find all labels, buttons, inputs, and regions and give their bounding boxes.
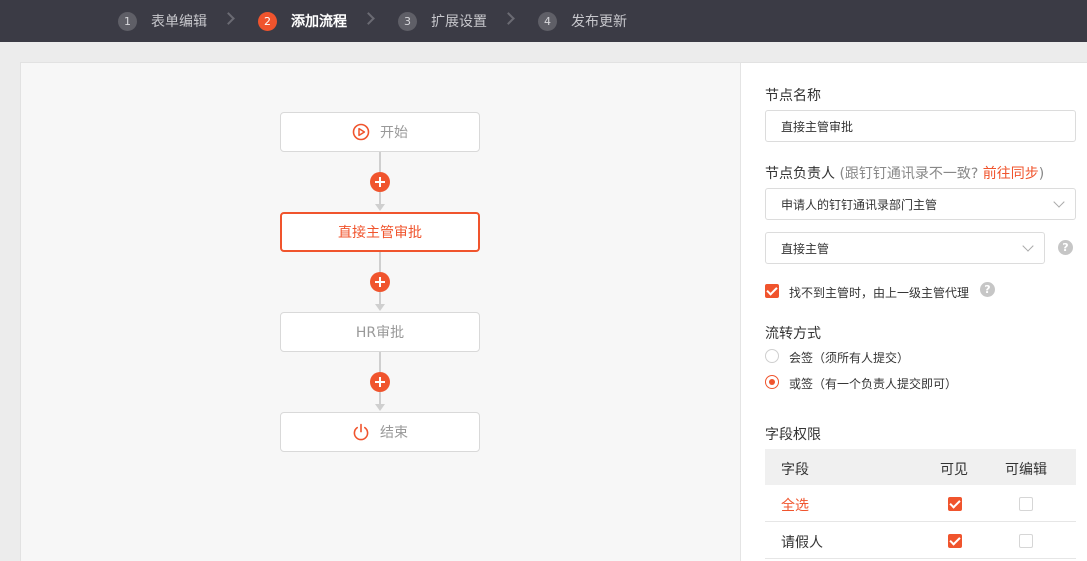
column-header-visible: 可见	[940, 462, 968, 478]
column-header-editable: 可编辑	[1005, 462, 1047, 478]
chevron-down-icon	[1053, 196, 1065, 208]
permission-table-header: 字段 可见 可编辑	[765, 449, 1076, 485]
connector-line	[379, 192, 381, 204]
step-label: 扩展设置	[431, 14, 487, 30]
table-row: 请假人	[765, 522, 1076, 559]
owner-type-select[interactable]: 申请人的钉钉通讯录部门主管	[765, 188, 1076, 220]
mode-radio-countersign-label: 会签（须所有人提交）	[789, 351, 910, 365]
flow-node-label: 直接主管审批	[338, 225, 422, 241]
arrow-down-icon	[375, 204, 385, 211]
flow-node-label: HR审批	[355, 325, 405, 341]
flow-node-label: 结束	[380, 425, 408, 441]
field-name: 请假人	[781, 535, 823, 551]
node-settings-panel: 节点名称 直接主管审批 节点负责人 (跟钉钉通讯录不一致? 前往同步) 申请人的…	[741, 62, 1087, 561]
mode-radio-or-sign-label: 或签（有一个负责人提交即可）	[789, 377, 958, 391]
owner-type-value: 申请人的钉钉通讯录部门主管	[781, 197, 938, 212]
editable-checkbox[interactable]	[1019, 534, 1033, 548]
add-node-icon[interactable]	[370, 272, 390, 292]
flow-node-start[interactable]: 开始	[280, 112, 480, 152]
step-add-flow[interactable]: 2 添加流程	[258, 0, 347, 42]
supervisor-level-select[interactable]: 直接主管	[765, 232, 1045, 264]
node-owner-title: 节点负责人	[765, 166, 835, 182]
sync-link[interactable]: 前往同步	[983, 166, 1039, 182]
flow-node-end[interactable]: 结束	[280, 412, 480, 452]
mode-radio-countersign[interactable]	[765, 349, 779, 363]
visible-checkbox[interactable]	[948, 497, 962, 511]
flow-node-supervisor-approval[interactable]: 直接主管审批	[280, 212, 480, 252]
add-node-icon[interactable]	[370, 372, 390, 392]
arrow-down-icon	[375, 304, 385, 311]
connector-line	[379, 292, 381, 304]
fallback-checkbox[interactable]	[765, 284, 779, 298]
node-name-label: 节点名称	[765, 88, 821, 104]
chevron-right-icon	[362, 12, 375, 25]
node-owner-hint: (跟钉钉通讯录不一致?	[835, 166, 983, 182]
step-publish[interactable]: 4 发布更新	[538, 0, 627, 42]
play-circle-icon	[352, 123, 370, 141]
node-owner-label: 节点负责人 (跟钉钉通讯录不一致? 前往同步)	[765, 163, 1044, 183]
chevron-down-icon	[1022, 240, 1034, 252]
fallback-checkbox-label: 找不到主管时，由上一级主管代理	[789, 286, 970, 300]
chevron-right-icon	[502, 12, 515, 25]
visible-checkbox[interactable]	[948, 534, 962, 548]
editable-checkbox[interactable]	[1019, 497, 1033, 511]
flow-canvas: 开始 直接主管审批 HR审批 结束	[20, 62, 741, 561]
step-number: 4	[538, 11, 557, 31]
arrow-down-icon	[375, 404, 385, 411]
connector-line	[379, 392, 381, 404]
step-number: 3	[398, 11, 417, 31]
step-extend-settings[interactable]: 3 扩展设置	[398, 0, 487, 42]
field-name-select-all[interactable]: 全选	[781, 495, 809, 515]
power-icon	[353, 423, 369, 441]
node-name-value: 直接主管审批	[781, 119, 854, 134]
supervisor-level-value: 直接主管	[781, 241, 830, 256]
step-form-edit[interactable]: 1 表单编辑	[118, 0, 207, 42]
step-number: 1	[118, 11, 137, 31]
column-header-field: 字段	[781, 462, 809, 478]
step-bar: 1 表单编辑 2 添加流程 3 扩展设置 4 发布更新	[0, 0, 1087, 42]
flow-node-label: 开始	[380, 125, 408, 141]
step-label: 添加流程	[291, 14, 347, 30]
step-label: 表单编辑	[151, 14, 207, 30]
step-label: 发布更新	[571, 14, 627, 30]
table-row: 全选	[765, 485, 1076, 522]
add-node-icon[interactable]	[370, 172, 390, 192]
help-icon[interactable]: ?	[980, 282, 995, 297]
node-name-input[interactable]: 直接主管审批	[765, 110, 1076, 142]
field-permission-label: 字段权限	[765, 427, 821, 443]
chevron-right-icon	[222, 12, 235, 25]
step-number: 2	[258, 11, 277, 31]
flow-mode-label: 流转方式	[765, 326, 821, 342]
help-icon[interactable]: ?	[1058, 240, 1073, 255]
node-owner-hint-close: )	[1038, 166, 1045, 182]
flow-node-hr-approval[interactable]: HR审批	[280, 312, 480, 352]
mode-radio-or-sign[interactable]	[765, 375, 779, 389]
